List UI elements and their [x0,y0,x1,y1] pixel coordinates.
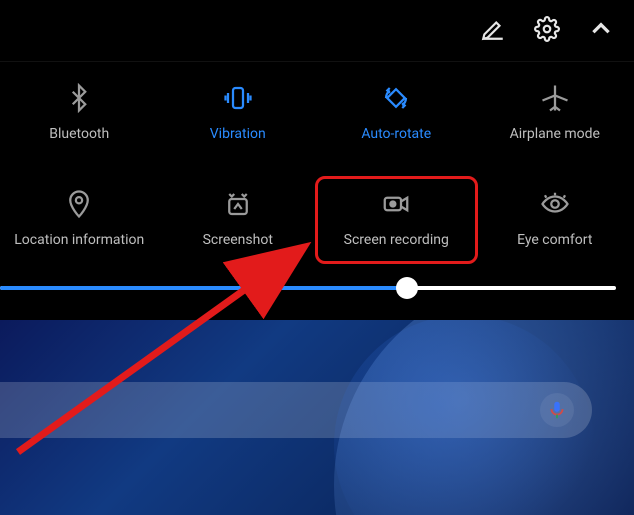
screen-record-icon [381,186,411,222]
brightness-thumb[interactable] [396,277,418,299]
airplane-icon [540,80,570,116]
auto-rotate-icon [381,80,411,116]
search-bar[interactable] [0,382,592,438]
vibration-icon [223,80,253,116]
location-icon [64,186,94,222]
mic-icon[interactable] [540,393,574,427]
tile-airplane-mode[interactable]: Airplane mode [476,74,634,152]
home-background [0,320,634,515]
brightness-slider[interactable] [0,258,634,318]
tile-label: Vibration [210,126,266,142]
tile-screen-recording[interactable]: Screen recording [317,180,476,258]
quick-settings-grid: Bluetooth Vibration Auto-rotate Airplane… [0,74,634,258]
tile-vibration[interactable]: Vibration [159,74,318,152]
tile-auto-rotate[interactable]: Auto-rotate [317,74,476,152]
tile-bluetooth[interactable]: Bluetooth [0,74,159,152]
tile-location[interactable]: Location information [0,180,159,258]
edit-icon[interactable] [480,16,506,46]
brightness-track [0,286,616,290]
tile-label: Bluetooth [49,126,109,142]
tile-label: Eye comfort [517,232,592,248]
brightness-fill [0,286,407,290]
bluetooth-icon [64,80,94,116]
tile-label: Location information [14,232,144,248]
eye-icon [540,186,570,222]
tile-label: Screenshot [203,232,273,248]
quick-settings-topbar [0,0,634,62]
tile-label: Screen recording [344,232,449,248]
tile-label: Auto-rotate [361,126,431,142]
screenshot-icon [223,186,253,222]
settings-icon[interactable] [534,16,560,46]
quick-settings-panel: Bluetooth Vibration Auto-rotate Airplane… [0,62,634,324]
tile-eye-comfort[interactable]: Eye comfort [476,180,634,258]
tile-screenshot[interactable]: Screenshot [159,180,318,258]
tile-label: Airplane mode [510,126,600,142]
chevron-up-icon[interactable] [588,16,614,46]
